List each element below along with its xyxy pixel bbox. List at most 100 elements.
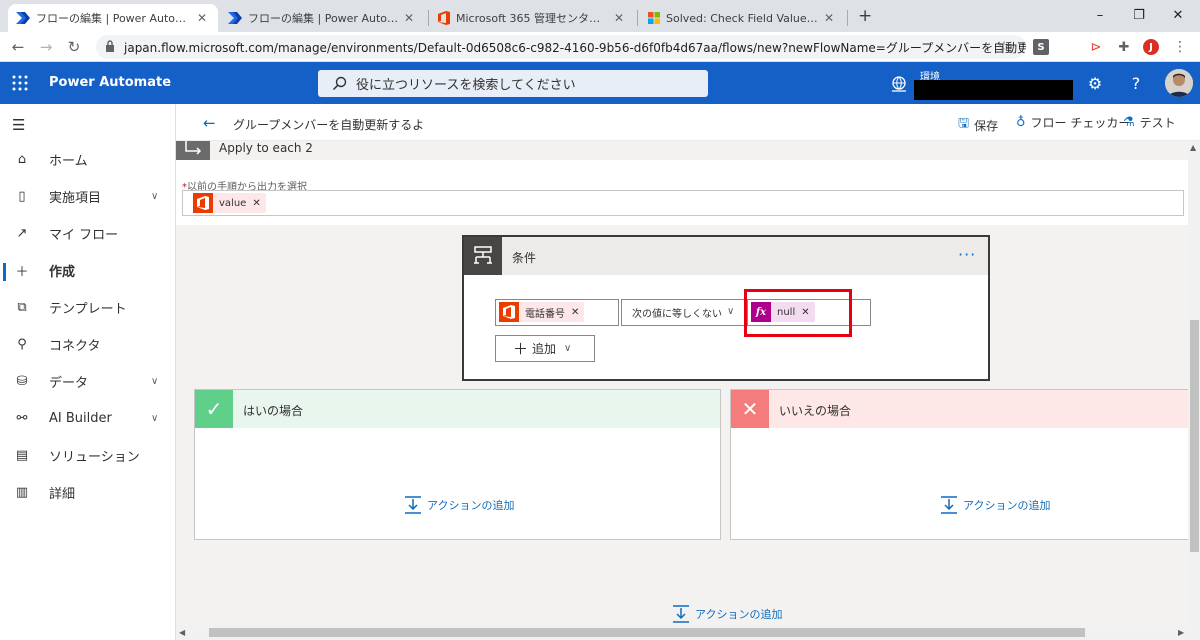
reload-icon[interactable]: ↻	[62, 35, 86, 59]
nav-item-create[interactable]: ＋ 作成	[0, 252, 176, 289]
tab-title: フローの編集 | Power Automate	[248, 12, 401, 25]
apply-to-each-card: Apply to each 2 *以前の手順から出力を選択 value ✕	[176, 141, 1188, 225]
browser-tab-2[interactable]: フローの編集 | Power Automate ✕	[220, 4, 425, 32]
nav-item-connectors[interactable]: ⚲ コネクタ	[0, 326, 176, 363]
chevron-down-icon[interactable]: ∨	[151, 413, 158, 424]
scroll-up-arrow-icon[interactable]: ▲	[1190, 143, 1196, 152]
waffle-icon[interactable]	[12, 75, 28, 91]
search-icon	[332, 76, 347, 91]
hamburger-icon[interactable]: ☰	[12, 116, 25, 134]
tab-close-icon[interactable]: ✕	[401, 11, 417, 25]
flow-canvas[interactable]: Apply to each 2 *以前の手順から出力を選択 value ✕ 条件…	[176, 141, 1188, 625]
back-arrow-icon[interactable]: ←	[203, 114, 216, 132]
vertical-scrollbar-thumb[interactable]	[1190, 320, 1199, 552]
browser-tab-1[interactable]: フローの編集 | Power Automate ✕	[8, 4, 218, 32]
operator-select[interactable]: 次の値に等しくない ∨	[621, 299, 745, 326]
token-label: 電話番号	[525, 308, 565, 320]
lock-icon	[106, 40, 114, 52]
horizontal-scrollbar-thumb[interactable]	[209, 628, 1085, 637]
chevron-down-icon: ∨	[727, 306, 735, 317]
add-action-icon	[673, 605, 689, 623]
yes-branch-title: はいの場合	[243, 404, 304, 418]
test-button[interactable]: ⚗ テスト	[1123, 114, 1176, 131]
bottom-add-action-button[interactable]: アクションの追加	[672, 605, 782, 623]
connector-icon: ⚲	[17, 337, 27, 352]
nav-label: マイ フロー	[49, 228, 119, 243]
chevron-down-icon[interactable]: ∨	[151, 376, 158, 387]
flow-checker-label: フロー チェッカー	[1030, 116, 1131, 130]
nav-item-ai-builder[interactable]: ⚯ AI Builder ∨	[0, 400, 176, 437]
tab-title: Microsoft 365 管理センター - ホーム	[456, 12, 611, 25]
nav-item-home[interactable]: ⌂ ホーム	[0, 141, 176, 178]
minimize-button[interactable]: –	[1078, 0, 1122, 30]
scroll-right-arrow-icon[interactable]: ▶	[1178, 628, 1184, 637]
phone-number-token[interactable]: 電話番号 ✕	[499, 302, 585, 322]
apply-output-field[interactable]: value ✕	[182, 190, 1184, 216]
settings-gear-icon[interactable]: ⚙	[1084, 72, 1106, 94]
browser-tab-4[interactable]: Solved: Check Field Value Null - P ✕	[640, 4, 845, 32]
template-icon: ⧉	[17, 300, 27, 315]
nav-item-solutions[interactable]: ▤ ソリューション	[0, 437, 176, 474]
nav-item-my-flows[interactable]: ↗ マイ フロー	[0, 215, 176, 252]
nav-item-data[interactable]: ⛁ データ ∨	[0, 363, 176, 400]
more-options-icon[interactable]: ···	[958, 245, 976, 264]
stethoscope-icon: ♁	[1016, 115, 1026, 130]
nav-selection-indicator	[3, 263, 6, 281]
plus-icon: ＋	[15, 265, 29, 280]
extension-record-icon[interactable]: ⊳	[1088, 39, 1104, 55]
nav-label: 実施項目	[49, 191, 102, 206]
profile-avatar[interactable]: J	[1143, 39, 1159, 55]
add-action-label: アクションの追加	[427, 499, 515, 512]
tab-close-icon[interactable]: ✕	[821, 11, 837, 25]
token-label: value	[219, 197, 247, 209]
search-input[interactable]: 役に立つリソースを検索してください	[318, 70, 708, 97]
chrome-menu-icon[interactable]: ⋮	[1172, 39, 1188, 55]
add-action-label: アクションの追加	[963, 499, 1051, 512]
token-remove-icon[interactable]: ✕	[571, 307, 579, 318]
apply-to-each-title: Apply to each 2	[219, 141, 313, 155]
no-add-action-button[interactable]: アクションの追加	[940, 496, 1050, 514]
flow-checker-button[interactable]: ♁ フロー チェッカー	[1016, 114, 1130, 131]
star-icon[interactable]: ☆	[996, 39, 1012, 55]
user-avatar[interactable]	[1165, 69, 1193, 97]
condition-left-field[interactable]: 電話番号 ✕	[495, 299, 619, 326]
yes-add-action-button[interactable]: アクションの追加	[404, 496, 514, 514]
nav-label: 作成	[49, 265, 76, 280]
highlight-annotation-box	[744, 289, 852, 337]
restore-button[interactable]: ❐	[1117, 0, 1161, 30]
office-icon	[193, 193, 213, 213]
forward-icon[interactable]: →	[34, 35, 58, 59]
app-name[interactable]: Power Automate	[49, 75, 171, 90]
help-icon[interactable]: ?	[1125, 72, 1147, 94]
condition-icon	[464, 237, 502, 275]
save-button[interactable]: 🖫 保存	[958, 114, 998, 136]
yes-branch-card: ✓ はいの場合 アクションの追加	[194, 389, 721, 540]
environment-icon[interactable]	[890, 75, 908, 93]
token-remove-icon[interactable]: ✕	[252, 198, 260, 209]
left-navigation: ☰ ⌂ ホーム ▯ 実施項目 ∨ ↗ マイ フロー ＋ 作成 ⧉ テンプレート …	[0, 104, 176, 640]
chevron-down-icon[interactable]: ∨	[151, 191, 158, 202]
apply-to-each-header[interactable]	[176, 141, 1188, 160]
tab-title: Solved: Check Field Value Null - P	[666, 11, 821, 25]
add-condition-button[interactable]: ＋ 追加 ∨	[495, 335, 595, 362]
tab-close-icon[interactable]: ✕	[194, 11, 210, 25]
nav-label: ソリューション	[49, 450, 140, 465]
address-bar[interactable]: japan.flow.microsoft.com/manage/environm…	[96, 35, 1026, 59]
back-icon[interactable]: ←	[6, 35, 30, 59]
flow-name[interactable]: グループメンバーを自動更新するよ	[233, 116, 424, 133]
new-tab-button[interactable]: +	[858, 6, 872, 26]
power-automate-icon	[16, 12, 30, 24]
browser-tab-3[interactable]: Microsoft 365 管理センター - ホーム ✕	[430, 4, 635, 32]
scroll-left-arrow-icon[interactable]: ◀	[179, 628, 185, 637]
close-window-button[interactable]: ✕	[1156, 0, 1200, 30]
value-token[interactable]: value ✕	[193, 193, 266, 213]
extension-s-icon[interactable]: S	[1033, 39, 1049, 55]
add-action-icon	[405, 496, 421, 514]
nav-item-learn[interactable]: ▥ 詳細	[0, 474, 176, 511]
nav-item-templates[interactable]: ⧉ テンプレート	[0, 289, 176, 326]
condition-header[interactable]	[464, 237, 988, 275]
nav-item-action-items[interactable]: ▯ 実施項目 ∨	[0, 178, 176, 215]
puzzle-icon[interactable]: ✚	[1116, 39, 1132, 55]
operator-value: 次の値に等しくない	[632, 309, 722, 320]
tab-close-icon[interactable]: ✕	[611, 11, 627, 25]
